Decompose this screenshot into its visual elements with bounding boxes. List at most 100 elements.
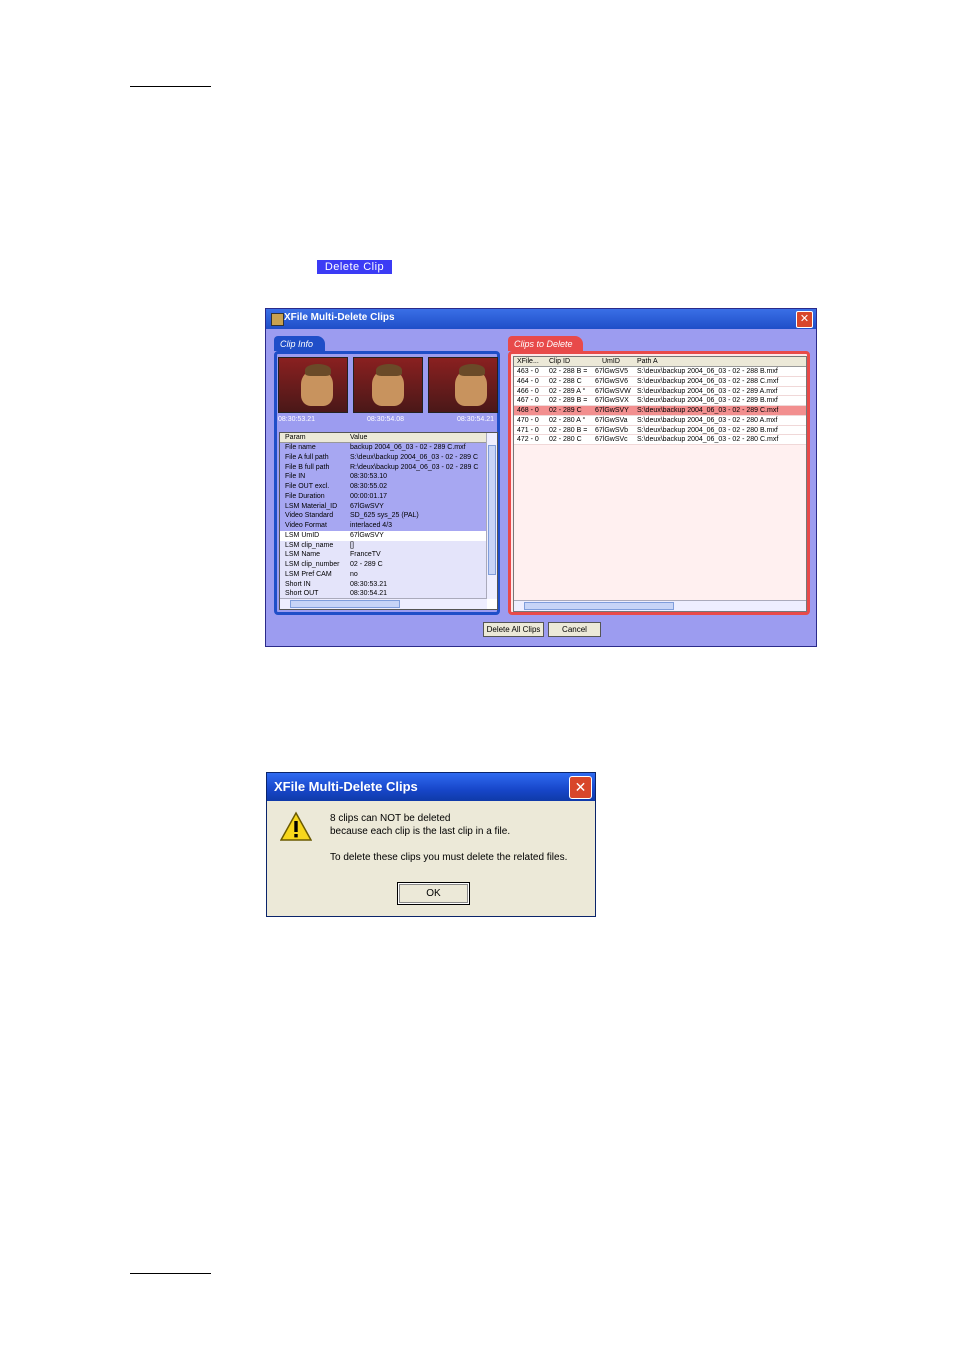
close-icon[interactable]: ✕: [569, 776, 592, 799]
param-cell: Video Format: [285, 522, 327, 529]
param-cell: LSM clip_name: [285, 541, 334, 549]
message-line-1: 8 clips can NOT be deleted: [330, 813, 451, 824]
umid-cell: 67lGwSVc: [595, 436, 628, 444]
column-header-param[interactable]: Param: [285, 434, 306, 441]
vertical-scrollbar[interactable]: [486, 433, 497, 599]
value-cell: 02 - 289 C: [350, 561, 383, 568]
param-cell: Short IN: [285, 580, 311, 588]
column-header-umid[interactable]: UmID: [602, 358, 620, 365]
table-row[interactable]: Video Standard SD_625 sys_25 (PAL): [280, 511, 487, 521]
table-row[interactable]: 470 - 0 02 - 280 A ° 67lGwSVa S:\deux\backu…: [514, 415, 806, 426]
timecode-in: 08:30:53.21: [278, 416, 315, 423]
value-cell: 67lGwSVY: [350, 502, 384, 510]
umid-cell: 67lGwSVW: [595, 387, 631, 395]
timecode-mid: 08:30:54.08: [367, 416, 404, 423]
table-row[interactable]: File B full path R:\deux\backup 2004_06_0…: [280, 462, 487, 473]
xfile-cell: 471 - 0: [517, 426, 539, 434]
title-bar: XFile Multi-Delete Clips ✕: [266, 309, 816, 329]
ok-button[interactable]: OK: [397, 882, 470, 905]
param-cell: File name: [285, 444, 316, 451]
table-row[interactable]: File OUT excl. 08:30:55.02: [280, 482, 487, 492]
clips-to-delete-panel: XFile... Clip ID UmID Path A 463 - 0 02 -…: [508, 351, 810, 615]
delete-all-clips-button[interactable]: Delete All Clips: [483, 622, 544, 637]
clip-id-cell: 02 - 289 C: [549, 407, 582, 414]
table-row[interactable]: File IN 08:30:53.10: [280, 472, 487, 482]
tab-clips-to-delete[interactable]: Clips to Delete: [508, 336, 583, 351]
value-cell: 08:30:53.21: [350, 580, 387, 588]
column-header-clip-id[interactable]: Clip ID: [549, 358, 570, 365]
xfile-cell: 472 - 0: [517, 436, 539, 444]
path-cell: S:\deux\backup 2004_06_03 - 02 - 280 C.m…: [637, 436, 779, 444]
param-cell: LSM UmID: [285, 531, 320, 539]
xfile-cell: 470 - 0: [517, 416, 539, 424]
table-row[interactable]: 471 - 0 02 - 280 B = 67lGwSVb S:\deux\backu…: [514, 425, 806, 436]
value-cell: R:\deux\backup 2004_06_03 - 02 - 289 C: [350, 463, 479, 471]
value-cell: no: [350, 570, 358, 578]
close-icon[interactable]: ✕: [796, 311, 813, 328]
umid-cell: 67lGwSV5: [595, 368, 629, 375]
table-row[interactable]: File name backup 2004_06_03 - 02 - 289 C.…: [280, 443, 487, 453]
path-cell: S:\deux\backup 2004_06_03 - 02 - 289 A.m…: [637, 387, 778, 395]
clip-id-cell: 02 - 289 B =: [549, 397, 588, 405]
cancel-button[interactable]: Cancel: [548, 622, 601, 637]
timecode-out: 08:30:54.21: [457, 416, 494, 423]
grid-header: Param Value: [280, 433, 487, 443]
param-cell: File IN: [285, 473, 306, 481]
clip-id-cell: 02 - 289 A °: [549, 387, 586, 395]
param-cell: LSM Material_ID: [285, 502, 338, 510]
table-row[interactable]: Short IN 08:30:53.21: [280, 579, 487, 590]
path-cell: S:\deux\backup 2004_06_03 - 02 - 288 B.m…: [637, 368, 778, 375]
clip-id-cell: 02 - 280 B =: [549, 426, 588, 434]
umid-cell: 67lGwSVb: [595, 426, 629, 434]
scrollbar-thumb[interactable]: [524, 602, 674, 610]
clip-id-cell: 02 - 288 C: [549, 377, 582, 385]
xfile-cell: 466 - 0: [517, 387, 539, 395]
scrollbar-thumb[interactable]: [290, 600, 400, 608]
table-row[interactable]: File A full path S:\deux\backup 2004_06_0…: [280, 452, 487, 463]
table-row[interactable]: 467 - 0 02 - 289 B = 67lGwSVX S:\deux\backu…: [514, 396, 806, 406]
table-row[interactable]: 468 - 0 02 - 289 C 67lGwSVY S:\deux\backup …: [514, 406, 806, 416]
param-cell: File Duration: [285, 492, 325, 500]
table-row[interactable]: 466 - 0 02 - 289 A ° 67lGwSVW S:\deux\backu…: [514, 386, 806, 397]
param-cell: Video Standard: [285, 512, 334, 520]
table-row[interactable]: File Duration 00:00:01.17: [280, 491, 487, 502]
scrollbar-thumb[interactable]: [488, 445, 496, 575]
table-row[interactable]: 463 - 0 02 - 288 B = 67lGwSV5 S:\deux\backu…: [514, 367, 806, 377]
horizontal-scrollbar[interactable]: [280, 598, 487, 609]
value-cell: SD_625 sys_25 (PAL): [350, 512, 419, 520]
umid-cell: 67lGwSVX: [595, 397, 629, 405]
xfile-cell: 463 - 0: [517, 368, 539, 375]
alert-dialog: XFile Multi-Delete Clips ✕ 8 clips can N…: [266, 772, 596, 917]
table-row[interactable]: 472 - 0 02 - 280 C 67lGwSVc S:\deux\backup …: [514, 435, 806, 445]
column-header-path-a[interactable]: Path A: [637, 358, 658, 365]
table-row[interactable]: 464 - 0 02 - 288 C 67lGwSV6 S:\deux\backup …: [514, 376, 806, 387]
path-cell: S:\deux\backup 2004_06_03 - 02 - 288 C.m…: [637, 377, 779, 385]
tab-clip-info[interactable]: Clip Info: [274, 336, 326, 351]
xfile-cell: 468 - 0: [517, 407, 539, 414]
thumbnail-in: [278, 357, 348, 413]
table-row[interactable]: LSM UmID 67lGwSVY: [280, 530, 487, 541]
clip-id-cell: 02 - 280 C: [549, 436, 582, 444]
message-line-2: because each clip is the last clip in a …: [330, 826, 511, 837]
app-icon: [271, 313, 284, 326]
clip-info-grid[interactable]: Param Value File name backup 2004_06_03 -…: [279, 432, 498, 610]
table-row[interactable]: LSM Pref CAM no: [280, 569, 487, 580]
clip-id-cell: 02 - 280 A °: [549, 416, 586, 424]
param-cell: LSM Name: [285, 551, 321, 559]
window-title: XFile Multi-Delete Clips: [284, 312, 395, 323]
table-row[interactable]: LSM clip_name []: [280, 540, 487, 551]
grid-header: XFile... Clip ID UmID Path A: [514, 357, 806, 367]
header-rule: [130, 86, 211, 87]
table-row[interactable]: Video Format interlaced 4/3: [280, 521, 487, 531]
table-row[interactable]: LSM clip_number 02 - 289 C: [280, 560, 487, 570]
umid-cell: 67lGwSVY: [595, 407, 629, 414]
value-cell: 08:30:53.10: [350, 473, 387, 481]
clips-to-delete-grid[interactable]: XFile... Clip ID UmID Path A 463 - 0 02 -…: [513, 356, 807, 612]
horizontal-scrollbar[interactable]: [514, 600, 806, 611]
table-row[interactable]: LSM Name FranceTV: [280, 550, 487, 560]
column-header-xfile[interactable]: XFile...: [517, 358, 539, 365]
delete-clip-button[interactable]: Delete Clip: [317, 260, 392, 274]
dialog-title: XFile Multi-Delete Clips: [274, 779, 418, 794]
column-header-value[interactable]: Value: [350, 434, 367, 441]
table-row[interactable]: LSM Material_ID 67lGwSVY: [280, 501, 487, 512]
